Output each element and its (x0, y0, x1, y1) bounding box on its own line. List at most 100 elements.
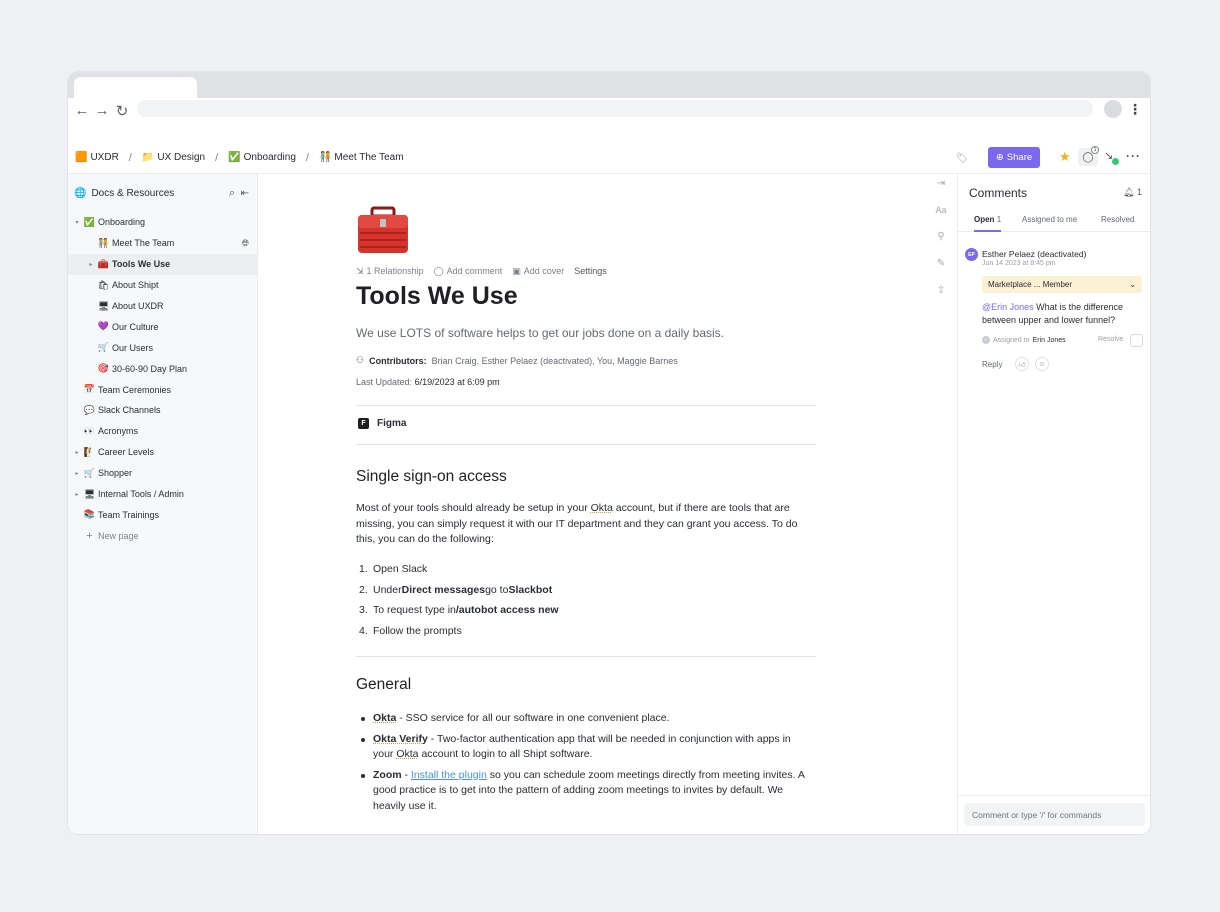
list-item[interactable]: 1. Open Slack (356, 559, 559, 580)
breadcrumb-label: UXDR (90, 152, 119, 163)
breadcrumb-item[interactable]: 📁 UX Design (142, 152, 205, 163)
forward-icon[interactable]: → (92, 101, 112, 121)
export-icon[interactable]: ⇪ (937, 285, 945, 296)
page-title[interactable]: Tools We Use (356, 282, 518, 311)
notifications-button[interactable]: 🔔︎ 1 (1123, 187, 1142, 198)
page-emoji-icon: 🎯 (97, 363, 110, 374)
add-comment-link[interactable]: ◯ Add comment (434, 266, 503, 277)
comments-title: Comments (969, 186, 1028, 200)
tab-resolved[interactable]: Resolved (1101, 215, 1134, 224)
page-emoji-icon: 🖥 (83, 488, 96, 499)
url-field[interactable] (137, 100, 1093, 117)
mention-link[interactable]: @Erin Jones (982, 302, 1034, 312)
comment-author[interactable]: Esther Pelaez (deactivated) (982, 249, 1086, 259)
resolve-checkbox[interactable] (1130, 334, 1143, 347)
sidebar-item[interactable]: 🛒 Our Users (68, 337, 257, 358)
section-heading[interactable]: Single sign-on access (356, 468, 507, 486)
sidebar-item[interactable]: ▸ 🛒 Shopper (68, 463, 257, 484)
font-style-icon[interactable]: Aa (935, 205, 946, 215)
relationship-link[interactable]: ⇲ 1 Relationship (356, 266, 424, 277)
comment-icon: ◯ (433, 266, 444, 276)
avatar[interactable]: EP (965, 248, 978, 261)
relationship-icon[interactable]: ⚲ (937, 231, 944, 242)
sidebar-item[interactable]: ▸ 🧗 Career Levels (68, 442, 257, 463)
sidebar-item[interactable]: 💬 Slack Channels (68, 400, 257, 421)
caret-icon[interactable]: ▸ (72, 491, 82, 498)
caret-icon[interactable]: ▾ (72, 219, 82, 226)
settings-link[interactable]: Settings (574, 266, 607, 277)
contributors: ⚇ Contributors: Brian Craig, Esther Pela… (356, 355, 678, 366)
sidebar-item[interactable]: 🛍 About Shipt (68, 275, 257, 296)
sidebar-item[interactable]: 👀 Acronyms (68, 421, 257, 442)
caret-icon[interactable]: ▸ (86, 261, 96, 268)
browser-tab[interactable] (74, 77, 197, 98)
list-item[interactable]: Okta - SSO service for all our software … (356, 711, 811, 727)
section-heading[interactable]: General (356, 676, 411, 694)
comment-input[interactable] (964, 803, 1145, 826)
thumbs-up-icon[interactable]: 👍︎ (1015, 357, 1029, 371)
figma-embed[interactable]: F Figma (358, 418, 406, 429)
sidebar-item[interactable]: 📅 Team Ceremonies (68, 379, 257, 400)
sidebar-item[interactable]: 📚 Team Trainings (68, 504, 257, 525)
online-status-dot (1112, 158, 1119, 165)
sidebar-item-label: Internal Tools / Admin (98, 489, 184, 500)
sidebar-item[interactable]: ▸ 🖥 Internal Tools / Admin (68, 484, 257, 505)
list-item[interactable]: Zoom - Install the plugin so you can sch… (356, 768, 811, 815)
tag-icon[interactable]: 🏷 (954, 150, 970, 166)
sidebar-item[interactable]: 💜 Our Culture (68, 316, 257, 337)
sidebar-item[interactable]: ▾ ✅ Onboarding (68, 212, 257, 233)
breadcrumb-item[interactable]: 🟧 UXDR (75, 152, 119, 163)
browser-menu-icon[interactable]: ⋮ (1128, 98, 1142, 120)
comment-assignee-select[interactable]: Marketplace ... Member ⌄ (982, 276, 1142, 293)
globe-icon: 🌐︎ (241, 237, 249, 248)
caret-icon[interactable]: ▸ (72, 449, 82, 456)
breadcrumb-label: Onboarding (243, 152, 296, 163)
sidebar-item-label: Meet The Team (112, 238, 175, 249)
list-item[interactable]: Okta Verify - Two-factor authentication … (356, 732, 811, 763)
reply-button[interactable]: Reply (982, 360, 1002, 369)
page-icon[interactable] (356, 206, 410, 256)
collapse-right-icon[interactable]: ⇥ (937, 178, 945, 189)
figma-label: Figma (377, 418, 407, 429)
install-plugin-link[interactable]: Install the plugin (411, 769, 487, 781)
collapse-sidebar-icon[interactable]: ⇤ (241, 188, 249, 199)
page-subtitle[interactable]: We use LOTS of software helps to get our… (356, 326, 724, 340)
add-cover-link[interactable]: ▣ Add cover (512, 266, 564, 277)
list-item[interactable]: 4. Follow the prompts (356, 621, 559, 642)
search-icon[interactable]: ⌕ (229, 187, 235, 200)
sidebar-item[interactable]: 🎯 30-60-90 Day Plan (68, 358, 257, 379)
sidebar-item[interactable]: 🧑‍🤝‍🧑 Meet The Team 🌐︎ (68, 233, 257, 254)
back-icon[interactable]: ← (72, 101, 92, 121)
tab-open[interactable]: Open 1 (974, 215, 1001, 224)
page-emoji-icon: 📅 (83, 384, 96, 395)
new-page-button[interactable]: + New page (68, 525, 257, 546)
globe-icon: 🌐 (74, 187, 87, 199)
list-item[interactable]: 3. To request type in /autobot access new (356, 600, 559, 621)
comments-panel: Comments 🔔︎ 1 Open 1 Assigned to me Reso… (957, 174, 1150, 834)
breadcrumb-item[interactable]: ✅ Onboarding (228, 152, 296, 163)
favorite-star-icon[interactable]: ★ (1059, 149, 1071, 165)
share-button[interactable]: ⊕ Share (988, 147, 1040, 168)
breadcrumb-item[interactable]: 🧑‍🤝‍🧑 Meet The Team (319, 152, 404, 163)
section-paragraph[interactable]: Most of your tools should already be set… (356, 501, 811, 548)
breadcrumb-separator: / (128, 151, 132, 164)
watchers-button[interactable]: ◯ 1 (1078, 146, 1099, 166)
document: ⇲ 1 Relationship ◯ Add comment ▣ Add cover … (258, 174, 958, 834)
profile-avatar[interactable] (1104, 100, 1122, 118)
more-options-icon[interactable]: ··· (1126, 149, 1141, 163)
caret-icon[interactable]: ▸ (72, 470, 82, 477)
sidebar-item-label: Our Culture (112, 321, 159, 332)
sidebar-title[interactable]: Docs & Resources (91, 188, 174, 199)
magic-wand-icon[interactable]: ✎ (937, 258, 945, 269)
reload-icon[interactable]: ↻ (112, 101, 132, 121)
tab-assigned-to-me[interactable]: Assigned to me (1022, 215, 1077, 224)
sidebar-item[interactable]: 🖥 About UXDR (68, 296, 257, 317)
comment-tabs: Open 1 Assigned to me Resolved (958, 210, 1150, 232)
last-updated-value: 6/19/2023 at 6:09 pm (414, 377, 500, 387)
sidebar-item-label: Tools We Use (112, 259, 171, 270)
add-reaction-icon[interactable]: ☺ (1035, 357, 1049, 371)
list-item[interactable]: 2. Under Direct messages go to Slackbot (356, 580, 559, 601)
sidebar-item[interactable]: ▸ 🧰 Tools We Use (68, 253, 257, 275)
page-emoji-icon: 🧰 (97, 258, 110, 269)
resolve-label: Resolve (1098, 336, 1124, 343)
